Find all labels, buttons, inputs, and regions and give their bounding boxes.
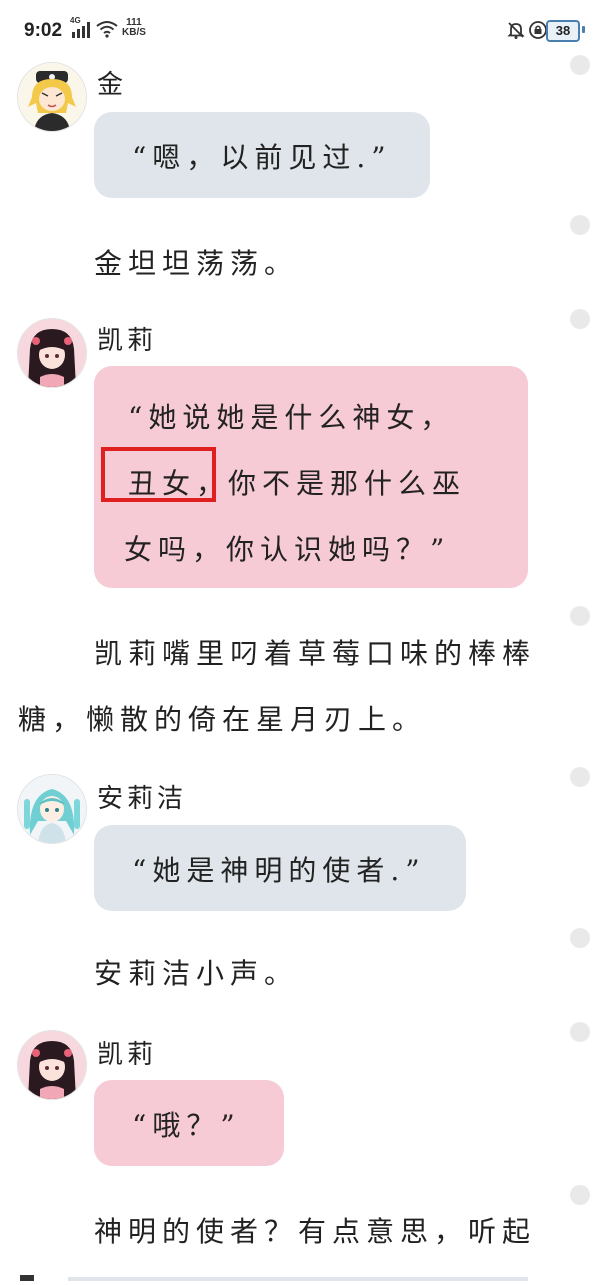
clock: 9:02 [24, 20, 63, 41]
chat-text-line: “她说她是什么神女， [128, 401, 455, 434]
paragraph-comment-dot[interactable] [570, 1185, 590, 1205]
paragraph-comment-dot[interactable] [570, 767, 590, 787]
paragraph-comment-dot[interactable] [570, 928, 590, 948]
narration-text: 金坦坦荡荡。 [94, 247, 299, 280]
battery-tip [582, 26, 585, 33]
paragraph-comment-dot[interactable] [570, 215, 590, 235]
mute-bell-icon [506, 20, 526, 44]
speaker-name: 金 [97, 70, 128, 100]
highlight-box [101, 447, 216, 502]
narration-text: 神明的使者？有点意思，听起 [94, 1215, 537, 1248]
narration-text: 糖，懒散的倚在星月刃上。 [18, 703, 427, 736]
status-bar: 9:02 4G 111 KB/S 38 [0, 0, 606, 62]
cell-signal-icon: 4G [70, 16, 92, 40]
chat-text: “哦？” [132, 1109, 241, 1142]
speaker-name: 凯莉 [97, 1040, 158, 1070]
speaker-name: 安莉洁 [97, 784, 188, 814]
narration-text: 凯莉嘴里叼着草莓口味的棒棒 [94, 637, 537, 670]
next-line-cutoff [0, 1266, 606, 1281]
paragraph-comment-dot[interactable] [570, 1022, 590, 1042]
chat-bubble: “哦？” [94, 1080, 284, 1166]
chat-text: “嗯，以前见过.” [132, 141, 392, 174]
narration-text: 安莉洁小声。 [94, 957, 299, 990]
chat-text: “她是神明的使者.” [132, 854, 426, 887]
rotation-lock-icon [528, 20, 548, 44]
network-speed: 111 KB/S [122, 17, 146, 38]
avatar-teal-hair[interactable] [17, 774, 87, 844]
chat-bubble: “嗯，以前见过.” [94, 112, 430, 198]
battery-indicator: 38 [546, 20, 580, 42]
avatar-blonde[interactable] [17, 62, 87, 132]
chat-text-line: 你不是那什么巫 [228, 467, 467, 500]
speaker-name: 凯莉 [97, 326, 158, 356]
avatar-black-hair[interactable] [17, 1030, 87, 1100]
paragraph-comment-dot[interactable] [570, 606, 590, 626]
avatar-black-hair[interactable] [17, 318, 87, 388]
paragraph-comment-dot[interactable] [570, 55, 590, 75]
chat-text-line: 女吗，你认识她吗？” [124, 533, 451, 566]
wifi-icon [96, 20, 118, 42]
paragraph-comment-dot[interactable] [570, 309, 590, 329]
chat-bubble: “她是神明的使者.” [94, 825, 466, 911]
